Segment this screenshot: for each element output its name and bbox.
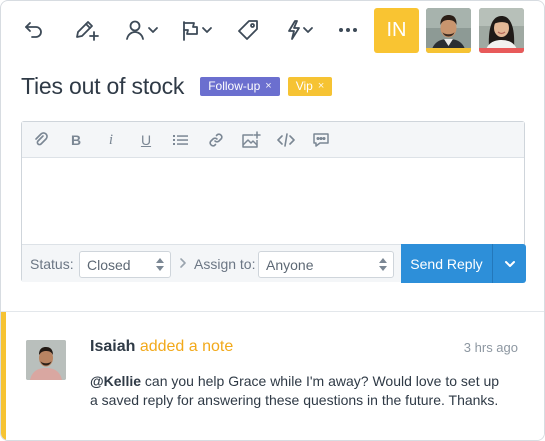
reply-editor: B i U Status: Closed Assign to: Anyone S… — [21, 121, 526, 283]
tag-vip[interactable]: Vip × — [287, 76, 333, 96]
tag-label: Follow-up — [208, 79, 261, 93]
note-body: @Kellie can you help Grace while I'm awa… — [90, 372, 500, 410]
tag-label: Vip — [295, 79, 313, 93]
tag-follow-up[interactable]: Follow-up × — [200, 76, 280, 96]
chevron-right-icon — [180, 258, 186, 268]
thread-note: Isaiah added a note 3 hrs ago @Kellie ca… — [1, 312, 544, 440]
note-action: added a note — [139, 338, 234, 355]
bold-icon[interactable]: B — [66, 130, 86, 150]
chevron-down-icon — [504, 260, 515, 267]
user-initials: IN — [386, 19, 407, 41]
select-arrows-icon — [156, 258, 164, 271]
edit-plus-icon[interactable] — [72, 13, 100, 47]
agent-avatar-man[interactable] — [426, 8, 471, 53]
status-select[interactable]: Closed — [79, 251, 171, 278]
tag-icon[interactable] — [236, 13, 260, 47]
link-icon[interactable] — [206, 130, 226, 150]
list-icon[interactable] — [171, 130, 191, 150]
conversation-header: Ties out of stock Follow-up × Vip × — [21, 71, 333, 101]
image-add-icon[interactable] — [240, 130, 262, 150]
current-user-avatar[interactable]: IN — [374, 8, 419, 53]
undo-icon[interactable] — [21, 13, 47, 47]
agent-avatar-woman[interactable] — [479, 8, 524, 53]
mention[interactable]: @Kellie — [90, 373, 141, 389]
avatar[interactable] — [26, 340, 66, 380]
send-reply-button[interactable]: Send Reply — [401, 244, 493, 283]
editor-toolbar: B i U — [22, 122, 524, 158]
note-author[interactable]: Isaiah — [90, 338, 135, 355]
editor-footer: Status: Closed Assign to: Anyone Send Re… — [22, 244, 526, 283]
reply-textarea[interactable] — [22, 158, 524, 244]
flag-dropdown-icon[interactable] — [181, 13, 213, 47]
page-title: Ties out of stock — [21, 72, 185, 99]
assign-label: Assign to: — [194, 256, 256, 272]
note-text: can you help Grace while I'm away? Would… — [90, 373, 500, 408]
assign-select[interactable]: Anyone — [258, 251, 394, 278]
code-icon[interactable] — [276, 130, 296, 150]
assign-value: Anyone — [266, 257, 314, 273]
more-icon[interactable] — [337, 13, 359, 47]
note-timestamp: 3 hrs ago — [463, 340, 518, 355]
avatar-status-stripe — [426, 48, 471, 53]
remove-tag-icon[interactable]: × — [318, 80, 324, 92]
note-accent-bar — [1, 312, 6, 440]
underline-icon[interactable]: U — [136, 130, 156, 150]
send-options-button[interactable] — [493, 244, 526, 283]
select-arrows-icon — [379, 258, 387, 271]
send-reply-label: Send Reply — [410, 255, 483, 272]
remove-tag-icon[interactable]: × — [265, 80, 271, 92]
italic-icon[interactable]: i — [101, 130, 121, 150]
avatar-status-stripe — [479, 48, 524, 53]
status-value: Closed — [87, 257, 131, 273]
note-header: Isaiah added a note — [90, 338, 233, 356]
lightning-dropdown-icon[interactable] — [285, 13, 315, 47]
status-label: Status: — [30, 256, 74, 272]
conversation-window: IN Ties out of stock Follow-up × Vip × B… — [0, 0, 545, 441]
saved-reply-icon[interactable] — [311, 130, 331, 150]
conversation-toolbar: IN — [1, 1, 544, 59]
attachment-icon[interactable] — [31, 130, 51, 150]
user-dropdown-icon[interactable] — [125, 13, 159, 47]
